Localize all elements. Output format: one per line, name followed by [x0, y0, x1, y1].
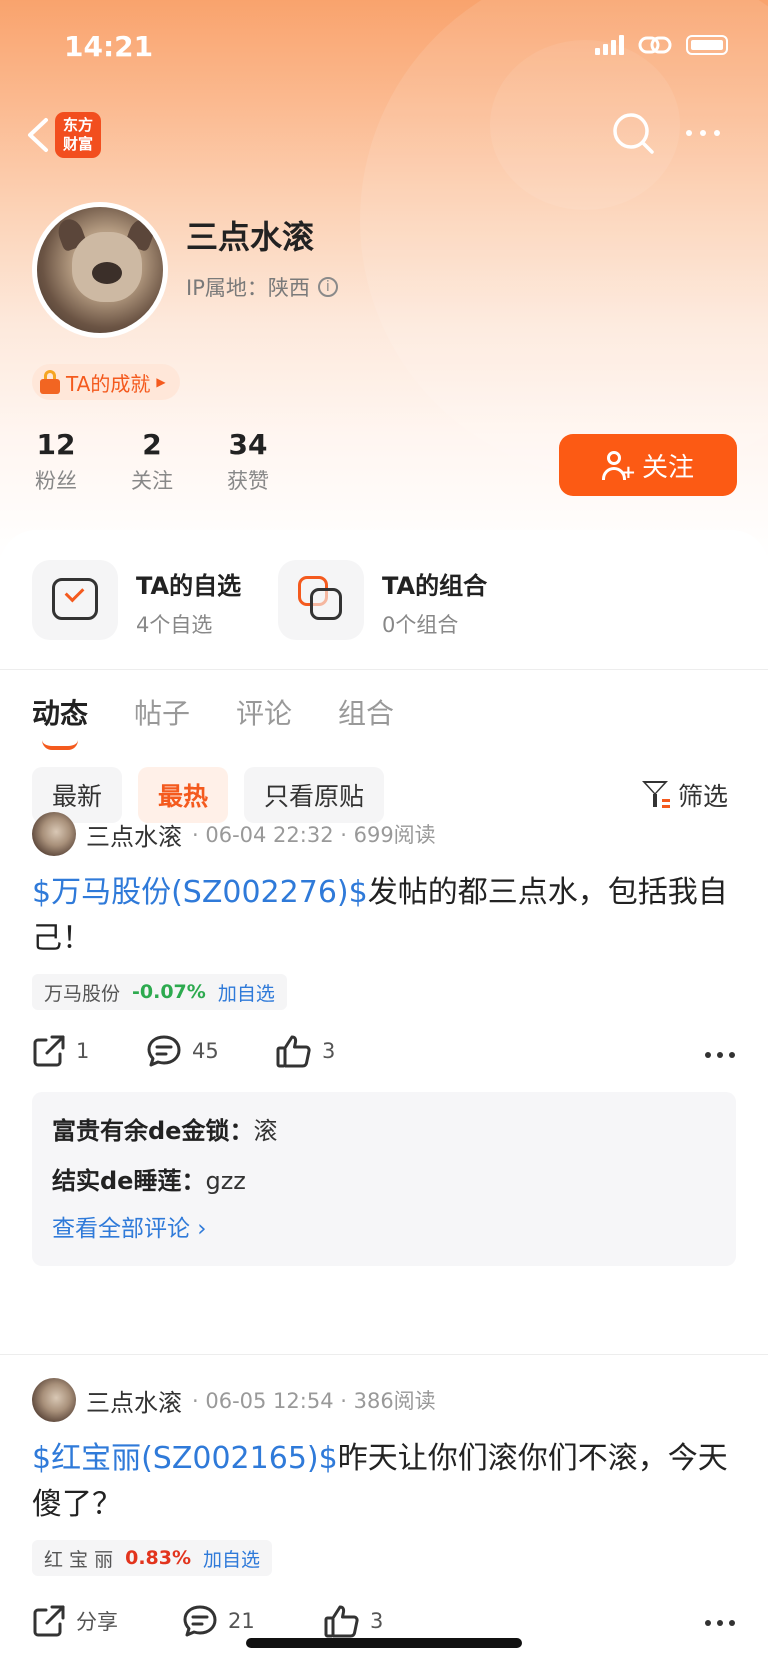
stack-icon: [298, 576, 346, 622]
search-icon[interactable]: [610, 110, 658, 158]
tab-comments[interactable]: 评论: [236, 692, 292, 752]
signal-icon: [595, 35, 624, 55]
user-plus-icon: +: [601, 450, 636, 482]
post-body[interactable]: $万马股份(SZ002276)$发帖的都三点水，包括我自己！: [32, 870, 732, 962]
add-watchlist-link[interactable]: 加自选: [218, 979, 275, 1006]
tab-activity[interactable]: 动态: [32, 692, 88, 752]
post-meta: · 06-04 22:32 · 699阅读: [192, 823, 436, 847]
post-body[interactable]: $红宝丽(SZ002165)$昨天让你们滚你们不滚，今天傻了？: [32, 1436, 732, 1528]
shortcuts-row: TA的自选 4个自选 TA的组合 0个组合: [0, 530, 768, 670]
comment-icon: [147, 1035, 181, 1067]
back-arrow-icon[interactable]: [18, 112, 58, 158]
thumbs-up-icon: [276, 1035, 311, 1068]
comment-button[interactable]: 21: [182, 1604, 255, 1638]
status-bar: 14:21: [0, 0, 768, 100]
price-change: -0.07%: [132, 981, 206, 1003]
post-item[interactable]: 三点水滚 · 06-05 12:54 · 386阅读 $红宝丽(SZ002165…: [0, 1378, 768, 1663]
checkbox-icon: [52, 578, 98, 620]
home-indicator[interactable]: [246, 1638, 522, 1648]
post-more-icon[interactable]: [704, 1608, 736, 1638]
post-header: 三点水滚 · 06-04 22:32 · 699阅读: [32, 812, 436, 856]
post-more-icon[interactable]: [704, 1040, 736, 1070]
ip-location: IP属地：陕西 i: [186, 272, 338, 302]
comment-item[interactable]: 结实de睡莲：gzz: [52, 1156, 716, 1206]
shortcut-watchlist[interactable]: TA的自选 4个自选: [32, 560, 241, 640]
post-divider: [0, 1354, 768, 1355]
status-icons: [595, 34, 728, 56]
stock-link[interactable]: $红宝丽(SZ002165)$: [32, 1441, 338, 1476]
top-nav: 东方 财富: [0, 100, 768, 170]
achievement-label: TA的成就: [66, 371, 151, 396]
comment-item[interactable]: 富贵有余de金锁：滚: [52, 1106, 716, 1156]
post-header: 三点水滚 · 06-05 12:54 · 386阅读: [32, 1378, 436, 1422]
post-author-avatar[interactable]: [32, 1378, 76, 1422]
status-time: 14:21: [64, 30, 154, 63]
profile-stats: 12 粉丝 2 关注 34 获赞: [32, 428, 272, 495]
tab-posts[interactable]: 帖子: [134, 692, 190, 752]
triangle-right-icon: ▶: [156, 375, 166, 389]
post-meta: · 06-05 12:54 · 386阅读: [192, 1389, 436, 1413]
post-author-avatar[interactable]: [32, 812, 76, 856]
share-icon: [33, 1605, 65, 1637]
post-actions: 1 45 3: [32, 1034, 736, 1074]
price-change: 0.83%: [125, 1547, 192, 1569]
portfolio-tile: [278, 560, 364, 640]
thumbs-up-icon: [324, 1605, 359, 1638]
lock-icon: [40, 370, 60, 394]
like-button[interactable]: 3: [324, 1604, 383, 1638]
ip-location-label: IP属地：陕西: [186, 276, 310, 300]
link-icon: [638, 36, 672, 54]
info-icon[interactable]: i: [317, 277, 338, 297]
shortcut-portfolio[interactable]: TA的组合 0个组合: [278, 560, 487, 640]
share-icon: [33, 1035, 65, 1067]
like-button[interactable]: 3: [276, 1034, 335, 1068]
comment-button[interactable]: 45: [146, 1034, 219, 1068]
follow-label: 关注: [641, 452, 694, 483]
stat-following[interactable]: 2 关注: [128, 428, 176, 495]
share-button[interactable]: 分享: [32, 1604, 118, 1638]
more-options-icon[interactable]: [683, 118, 723, 148]
stock-link[interactable]: $万马股份(SZ002276)$: [32, 875, 368, 910]
achievement-button[interactable]: TA的成就 ▶: [32, 364, 180, 400]
comment-preview: 富贵有余de金锁：滚 结实de睡莲：gzz 查看全部评论 ›: [32, 1092, 736, 1266]
eastmoney-logo[interactable]: 东方 财富: [55, 112, 101, 158]
content-card: TA的自选 4个自选 TA的组合 0个组合 动态 帖子 评论 组合 最新 最热 …: [0, 530, 768, 1663]
add-watchlist-link[interactable]: 加自选: [203, 1545, 260, 1572]
stat-likes[interactable]: 34 获赞: [224, 428, 272, 495]
avatar[interactable]: [32, 202, 168, 338]
follow-button[interactable]: + 关注: [559, 434, 737, 496]
comment-icon: [183, 1605, 217, 1637]
share-button[interactable]: 1: [32, 1034, 89, 1068]
view-all-comments-link[interactable]: 查看全部评论 ›: [52, 1206, 716, 1252]
content-tabs: 动态 帖子 评论 组合: [32, 692, 394, 752]
battery-icon: [686, 35, 728, 55]
post-author[interactable]: 三点水滚: [86, 817, 182, 852]
watchlist-tile: [32, 560, 118, 640]
stock-quote-chip[interactable]: 万马股份 -0.07% 加自选: [32, 974, 287, 1010]
stock-quote-chip[interactable]: 红 宝 丽 0.83% 加自选: [32, 1540, 273, 1576]
tab-portfolio[interactable]: 组合: [338, 692, 394, 752]
post-author[interactable]: 三点水滚: [86, 1383, 182, 1418]
funnel-icon: [642, 781, 670, 809]
stat-fans[interactable]: 12 粉丝: [32, 428, 80, 495]
username: 三点水滚: [186, 218, 315, 256]
post-item[interactable]: 三点水滚 · 06-04 22:32 · 699阅读 $万马股份(SZ00227…: [0, 812, 768, 1266]
